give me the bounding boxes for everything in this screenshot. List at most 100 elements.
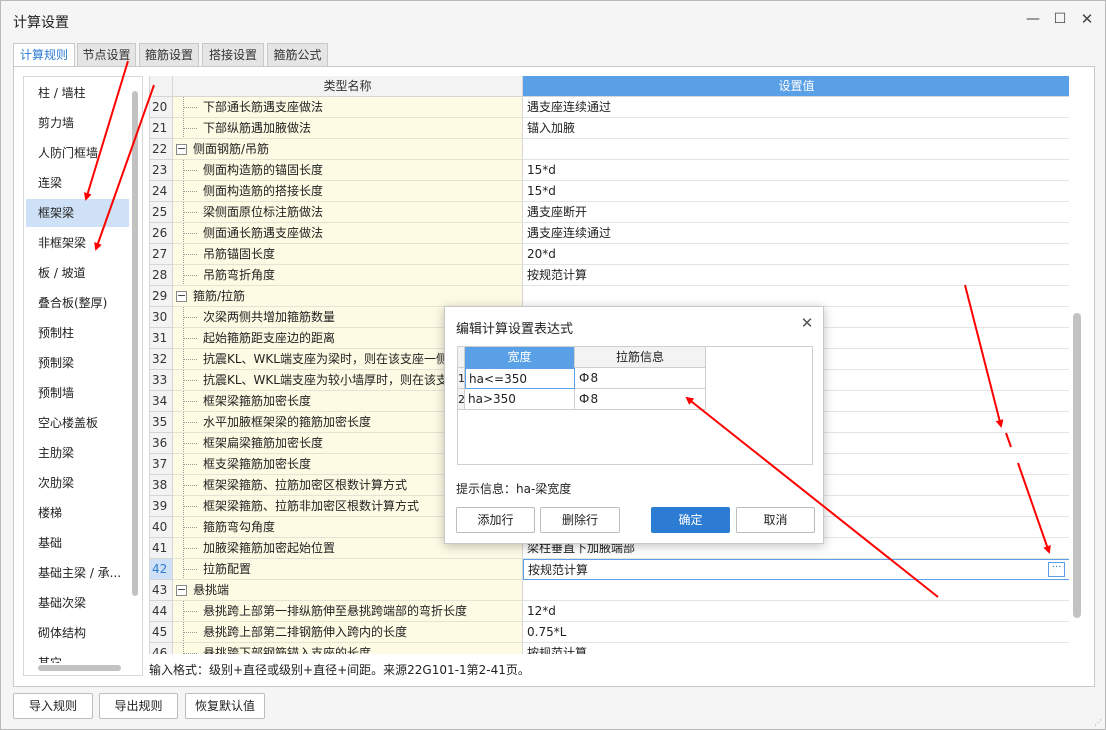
setting-name-text: 侧面构造筋的搭接长度: [203, 184, 324, 198]
list-item[interactable]: 主肋梁: [26, 439, 129, 467]
row-number: 45: [150, 622, 173, 643]
collapse-icon[interactable]: −: [176, 143, 187, 155]
list-item[interactable]: 板 / 坡道: [26, 259, 129, 287]
tab-stirrup-settings[interactable]: 箍筋设置: [139, 43, 199, 67]
tab-node-settings[interactable]: 节点设置: [77, 43, 136, 67]
row-number: 37: [150, 454, 173, 475]
table-row[interactable]: 28 吊筋弯折角度 按规范计算: [150, 265, 1069, 286]
list-item[interactable]: 空心楼盖板: [26, 409, 129, 437]
setting-name: 悬挑跨下部钢筋锚入支座的长度: [173, 643, 523, 654]
setting-value-text: 遇支座连续通过: [527, 226, 612, 240]
setting-value-cell[interactable]: 锚入加腋: [523, 118, 1069, 139]
setting-name: 拉筋配置: [173, 559, 523, 580]
setting-value-cell[interactable]: [523, 286, 1069, 307]
setting-value-cell[interactable]: 按规范计算 ···: [523, 559, 1069, 580]
row-number: 25: [150, 202, 173, 223]
list-item[interactable]: 人防门框墙: [26, 139, 129, 167]
list-item[interactable]: 柱 / 墙柱: [26, 79, 129, 107]
setting-value-text: 20*d: [527, 247, 556, 261]
tree-branch: [183, 506, 197, 507]
export-rules-button[interactable]: 导出规则: [99, 693, 178, 719]
resize-grip-icon[interactable]: ⋰: [1094, 718, 1104, 728]
table-row[interactable]: 27 吊筋锚固长度 20*d: [150, 244, 1069, 265]
list-item[interactable]: 砌体结构: [26, 619, 129, 647]
table-row[interactable]: 23 侧面构造筋的锚固长度 15*d: [150, 160, 1069, 181]
width-condition-cell[interactable]: ha>350: [465, 389, 575, 410]
row-number: 30: [150, 307, 173, 328]
group-row-name: − 悬挑端: [173, 580, 523, 601]
list-item[interactable]: 基础: [26, 529, 129, 557]
add-row-button[interactable]: 添加行: [456, 507, 535, 533]
table-row[interactable]: 45 悬挑跨上部第二排钢筋伸入跨内的长度 0.75*L: [150, 622, 1069, 643]
table-row[interactable]: 21 下部纵筋遇加腋做法 锚入加腋: [150, 118, 1069, 139]
width-condition-cell[interactable]: ha<=350: [465, 368, 575, 389]
list-item[interactable]: 叠合板(整厚): [26, 289, 129, 317]
maximize-icon[interactable]: ☐: [1050, 9, 1070, 29]
table-row[interactable]: 20 下部通长筋遇支座做法 遇支座连续通过: [150, 97, 1069, 118]
minimize-icon[interactable]: —: [1023, 9, 1043, 29]
ellipsis-button[interactable]: ···: [1048, 562, 1065, 577]
restore-defaults-button[interactable]: 恢复默认值: [185, 693, 265, 719]
setting-value-text: 15*d: [527, 163, 556, 177]
table-row[interactable]: 42 拉筋配置 按规范计算 ···: [150, 559, 1069, 580]
row-number: 32: [150, 349, 173, 370]
ok-button[interactable]: 确定: [651, 507, 730, 533]
setting-name-text: 抗震KL、WKL端支座为梁时，则在该支座一侧: [203, 352, 448, 366]
dialog-close-icon[interactable]: ✕: [799, 315, 815, 331]
setting-value-cell[interactable]: [523, 580, 1069, 601]
list-item-selected[interactable]: 框架梁: [26, 199, 129, 227]
setting-value-cell[interactable]: 15*d: [523, 160, 1069, 181]
grid-vertical-scrollbar[interactable]: [1073, 91, 1081, 651]
list-vertical-scrollbar[interactable]: [132, 91, 138, 596]
import-rules-button[interactable]: 导入规则: [13, 693, 93, 719]
list-item[interactable]: 预制梁: [26, 349, 129, 377]
setting-value-cell[interactable]: 12*d: [523, 601, 1069, 622]
list-item[interactable]: 剪力墙: [26, 109, 129, 137]
table-row[interactable]: 44 悬挑跨上部第一排纵筋伸至悬挑跨端部的弯折长度 12*d: [150, 601, 1069, 622]
setting-value-cell[interactable]: [523, 139, 1069, 160]
row-number: 24: [150, 181, 173, 202]
table-row[interactable]: 22− 侧面钢筋/吊筋: [150, 139, 1069, 160]
table-row: 2 ha>350 Ф 8: [458, 389, 706, 410]
list-item[interactable]: 连梁: [26, 169, 129, 197]
table-row[interactable]: 46 悬挑跨下部钢筋锚入支座的长度 按规范计算: [150, 643, 1069, 654]
list-item[interactable]: 预制柱: [26, 319, 129, 347]
setting-value-cell[interactable]: 20*d: [523, 244, 1069, 265]
tree-branch: [183, 191, 197, 192]
collapse-icon[interactable]: −: [176, 290, 187, 302]
setting-value-cell[interactable]: 15*d: [523, 181, 1069, 202]
tab-calc-rules[interactable]: 计算规则: [13, 43, 75, 68]
row-number: 27: [150, 244, 173, 265]
grid-scrollbar-thumb[interactable]: [1073, 313, 1081, 618]
setting-value-cell[interactable]: 0.75*L: [523, 622, 1069, 643]
setting-value-cell[interactable]: 遇支座连续通过: [523, 223, 1069, 244]
setting-value-cell[interactable]: 按规范计算: [523, 643, 1069, 654]
close-icon[interactable]: ✕: [1077, 9, 1097, 29]
tab-lap-settings[interactable]: 搭接设置: [202, 43, 264, 67]
table-row[interactable]: 26 侧面通长筋遇支座做法 遇支座连续通过: [150, 223, 1069, 244]
list-item[interactable]: 基础次梁: [26, 589, 129, 617]
cancel-button[interactable]: 取消: [736, 507, 815, 533]
table-row[interactable]: 29− 箍筋/拉筋: [150, 286, 1069, 307]
list-item[interactable]: 其它: [26, 649, 129, 663]
table-row[interactable]: 24 侧面构造筋的搭接长度 15*d: [150, 181, 1069, 202]
tie-bar-cell[interactable]: Ф 8: [575, 368, 706, 389]
tie-bar-cell[interactable]: Ф 8: [575, 389, 706, 410]
setting-value-cell[interactable]: 按规范计算: [523, 265, 1069, 286]
setting-value-cell[interactable]: 遇支座连续通过: [523, 97, 1069, 118]
setting-name: 悬挑跨上部第一排纵筋伸至悬挑跨端部的弯折长度: [173, 601, 523, 622]
list-item[interactable]: 楼梯: [26, 499, 129, 527]
tree-branch: [183, 401, 197, 402]
list-item[interactable]: 非框架梁: [26, 229, 129, 257]
table-row[interactable]: 25 梁侧面原位标注筋做法 遇支座断开: [150, 202, 1069, 223]
list-item[interactable]: 次肋梁: [26, 469, 129, 497]
table-row[interactable]: 43− 悬挑端: [150, 580, 1069, 601]
list-horizontal-scrollbar[interactable]: [38, 665, 121, 671]
tab-stirrup-formula[interactable]: 箍筋公式: [267, 43, 328, 67]
collapse-icon[interactable]: −: [176, 584, 187, 596]
list-item[interactable]: 预制墙: [26, 379, 129, 407]
setting-value-cell[interactable]: 遇支座断开: [523, 202, 1069, 223]
delete-row-button[interactable]: 删除行: [540, 507, 620, 533]
list-item[interactable]: 基础主梁 / 承...: [26, 559, 129, 587]
tree-branch: [183, 569, 197, 570]
